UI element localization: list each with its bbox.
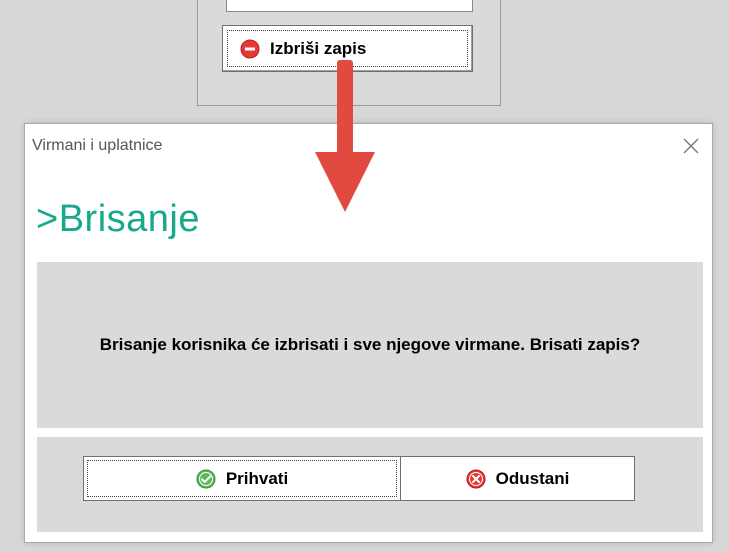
confirm-delete-dialog: Virmani i uplatnice >Brisanje Brisanje k… (24, 123, 713, 543)
accept-button[interactable]: Prihvati (83, 456, 401, 501)
check-circle-icon (196, 469, 216, 488)
cancel-label: Odustani (495, 468, 570, 488)
close-icon[interactable] (680, 135, 702, 157)
title-bar: Virmani i uplatnice (25, 124, 712, 170)
delete-record-focus-ring: Izbriši zapis (227, 30, 468, 67)
cancel-circle-icon (466, 469, 486, 488)
delete-record-label: Izbriši zapis (270, 38, 367, 58)
minus-circle-icon (240, 39, 260, 58)
button-bar: Prihvati Odustani (37, 437, 703, 532)
cancel-button[interactable]: Odustani (401, 456, 635, 501)
dialog-heading: >Brisanje (36, 198, 200, 240)
background-field-edge (226, 0, 473, 12)
message-text: Brisanje korisnika će izbrisati i sve nj… (99, 335, 641, 354)
message-panel: Brisanje korisnika će izbrisati i sve nj… (37, 262, 703, 428)
delete-record-button[interactable]: Izbriši zapis (222, 25, 473, 72)
window-title: Virmani i uplatnice (32, 137, 163, 154)
accept-focus-ring (87, 460, 397, 497)
